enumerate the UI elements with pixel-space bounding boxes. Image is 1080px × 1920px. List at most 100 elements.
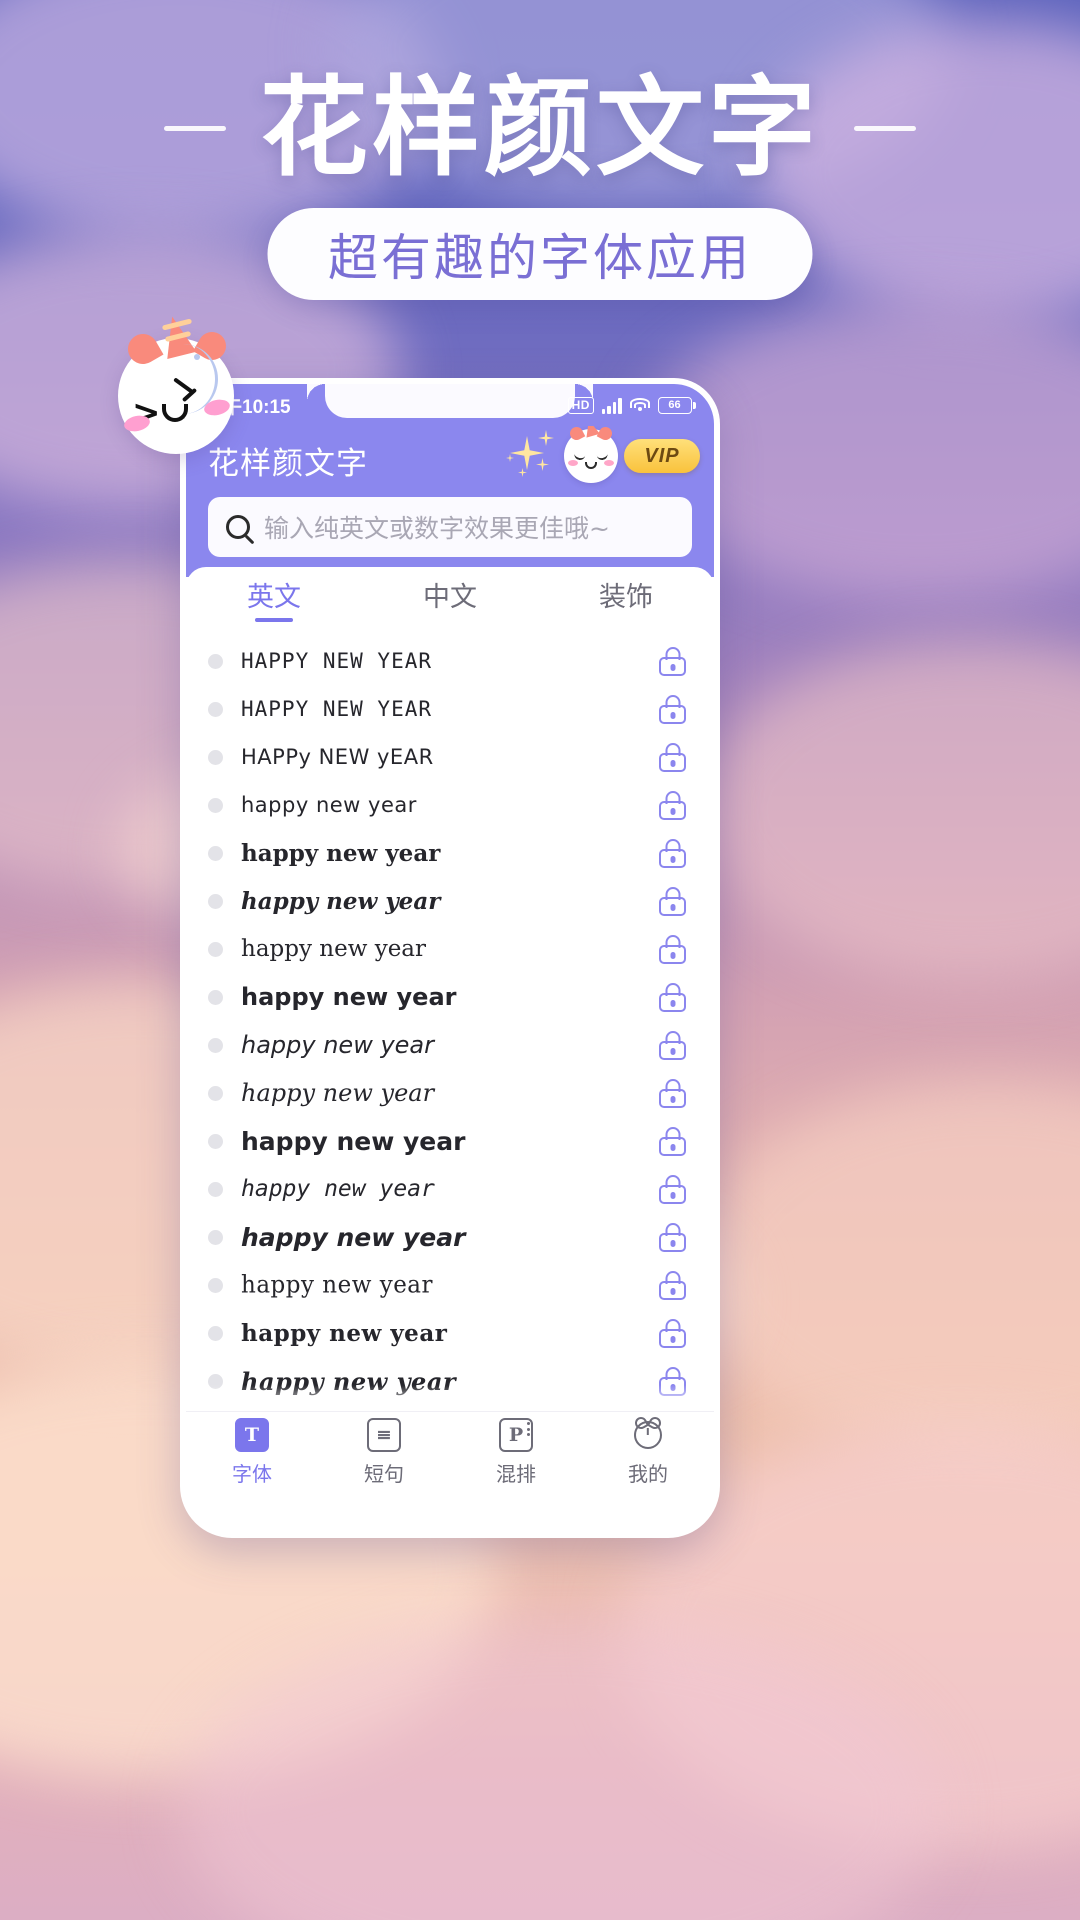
lock-icon[interactable] <box>659 1222 686 1252</box>
nav-item-label: 我的 <box>628 1462 668 1486</box>
lock-icon[interactable] <box>659 838 686 868</box>
nav-item-phrases[interactable]: ≡ 短句 <box>334 1418 434 1487</box>
poster-headline-block: 花样颜文字 <box>0 62 1080 196</box>
font-sample-text: happy new year <box>241 839 441 867</box>
font-list-item[interactable]: happy new year <box>186 1261 714 1309</box>
font-list-item[interactable]: happy new year <box>186 973 714 1021</box>
font-list-item[interactable]: HAPPy NEW yEAR <box>186 733 714 781</box>
tab-chinese[interactable]: 中文 <box>423 575 477 622</box>
headline-row: 花样颜文字 <box>0 62 1080 196</box>
nav-item-label: 混排 <box>496 1462 536 1486</box>
category-tabs: 英文 中文 装饰 <box>186 567 714 629</box>
font-icon: T <box>235 1418 269 1452</box>
subtitle-text: 超有趣的字体应用 <box>328 229 752 287</box>
tab-english[interactable]: 英文 <box>247 575 301 622</box>
font-sample-text: happy new year <box>241 793 417 817</box>
lock-icon[interactable] <box>659 694 686 724</box>
radio-button-icon[interactable] <box>208 1325 223 1341</box>
lock-icon[interactable] <box>659 646 686 676</box>
font-list-item[interactable]: happy new year <box>186 925 714 973</box>
phone-mockup: 上午10:15 HD 66 花样颜文字 VIP 输入纯英文或数字效果更佳哦~ 英… <box>180 378 720 1538</box>
radio-button-icon[interactable] <box>208 1085 223 1101</box>
search-input[interactable]: 输入纯英文或数字效果更佳哦~ <box>208 497 692 557</box>
radio-button-icon[interactable] <box>208 941 223 957</box>
nav-item-fonts[interactable]: T 字体 <box>202 1418 302 1487</box>
font-list-item[interactable]: happy new year <box>186 877 714 925</box>
lock-icon[interactable] <box>659 1174 686 1204</box>
radio-button-icon[interactable] <box>208 845 223 861</box>
font-sample-text: happy new year <box>241 887 441 915</box>
radio-button-icon[interactable] <box>208 1277 223 1293</box>
lock-icon[interactable] <box>659 982 686 1012</box>
font-sample-text: happy new year <box>241 936 427 962</box>
font-list-item[interactable]: happy new year <box>186 1213 714 1261</box>
font-sample-text: happy new year <box>241 1319 448 1347</box>
header-decorations: VIP <box>506 426 700 484</box>
lock-icon[interactable] <box>659 934 686 964</box>
wifi-icon <box>629 397 650 413</box>
font-list-item[interactable]: HAPPY NEW YEAR <box>186 637 714 685</box>
list-fade-overlay <box>186 1385 714 1411</box>
sparkle-icon <box>506 428 562 484</box>
mix-layout-icon: P <box>499 1418 533 1452</box>
radio-button-icon[interactable] <box>208 653 223 669</box>
radio-button-icon[interactable] <box>208 1037 223 1053</box>
page-title: 花样颜文字 <box>259 66 820 191</box>
lock-icon[interactable] <box>659 1030 686 1060</box>
lock-icon[interactable] <box>659 1270 686 1300</box>
profile-clock-icon <box>631 1418 665 1452</box>
unicorn-mascot: > <box>118 312 234 454</box>
search-icon <box>226 515 250 539</box>
subtitle-pill: 超有趣的字体应用 <box>267 208 813 300</box>
radio-button-icon[interactable] <box>208 797 223 813</box>
nav-item-label: 字体 <box>232 1462 272 1486</box>
font-list-item[interactable]: happy new year <box>186 1069 714 1117</box>
bottom-navigation: T 字体 ≡ 短句 P 混排 我的 <box>186 1411 714 1499</box>
lock-icon[interactable] <box>659 742 686 772</box>
phrase-icon: ≡ <box>367 1418 401 1452</box>
battery-cap <box>693 401 696 409</box>
headline-dash-left <box>163 126 226 132</box>
lock-icon[interactable] <box>659 1126 686 1156</box>
nav-item-label: 短句 <box>364 1462 404 1486</box>
font-sample-text: happy new year <box>241 1126 466 1156</box>
headline-dash-right <box>854 126 916 132</box>
radio-button-icon[interactable] <box>208 989 223 1005</box>
font-list-item[interactable]: happy new year <box>186 829 714 877</box>
font-list[interactable]: HAPPY NEW YEAR HAPPY NEW YEARͦͦͦͦͦ ͦͦͦ ͦͦ… <box>186 629 714 1411</box>
font-sample-text: HAPPY NEW YEARͦͦͦͦͦ ͦͦͦ ͦͦͦͦ <box>241 697 641 721</box>
nav-item-profile[interactable]: 我的 <box>598 1418 698 1487</box>
battery-level: 66 <box>657 396 692 414</box>
font-sample-text: happy new year <box>241 1079 435 1107</box>
nav-item-mix[interactable]: P 混排 <box>466 1418 566 1487</box>
font-list-item[interactable]: happy new year <box>186 1021 714 1069</box>
phone-notch <box>307 384 575 418</box>
tab-decoration[interactable]: 装饰 <box>599 575 653 622</box>
font-list-item[interactable]: HAPPY NEW YEARͦͦͦͦͦ ͦͦͦ ͦͦͦͦ <box>186 685 714 733</box>
font-list-item[interactable]: happy new year <box>186 1117 714 1165</box>
lock-icon[interactable] <box>659 1078 686 1108</box>
font-list-item[interactable]: happy new year <box>186 1165 714 1213</box>
radio-button-icon[interactable] <box>208 749 223 765</box>
content-card: 英文 中文 装饰 HAPPY NEW YEAR HAPPY NEW YEARͦͦͦͦͦ… <box>186 567 714 1499</box>
radio-button-icon[interactable] <box>208 1133 223 1149</box>
radio-button-icon[interactable] <box>208 1229 223 1245</box>
font-sample-text: happy new year <box>241 1271 434 1299</box>
lock-icon[interactable] <box>659 886 686 916</box>
status-bar-right: HD 66 <box>567 396 696 414</box>
phone-screen: 上午10:15 HD 66 花样颜文字 VIP 输入纯英文或数字效果更佳哦~ 英… <box>186 384 714 1530</box>
font-sample-text: happy new year <box>241 983 457 1011</box>
radio-button-icon[interactable] <box>208 893 223 909</box>
radio-button-icon[interactable] <box>208 701 223 717</box>
font-sample-text: happy new year <box>241 1222 466 1252</box>
vip-badge[interactable]: VIP <box>624 439 700 473</box>
font-list-item[interactable]: happy new year <box>186 1309 714 1357</box>
radio-button-icon[interactable] <box>208 1181 223 1197</box>
battery-icon: 66 <box>657 396 696 414</box>
font-sample-text: HAPPY NEW YEAR <box>241 649 433 673</box>
lock-icon[interactable] <box>659 1318 686 1348</box>
font-sample-text: happy new year <box>241 1176 435 1202</box>
font-list-item[interactable]: happy new year <box>186 781 714 829</box>
lock-icon[interactable] <box>659 790 686 820</box>
app-header: 花样颜文字 VIP 输入纯英文或数字效果更佳哦~ <box>186 426 714 577</box>
